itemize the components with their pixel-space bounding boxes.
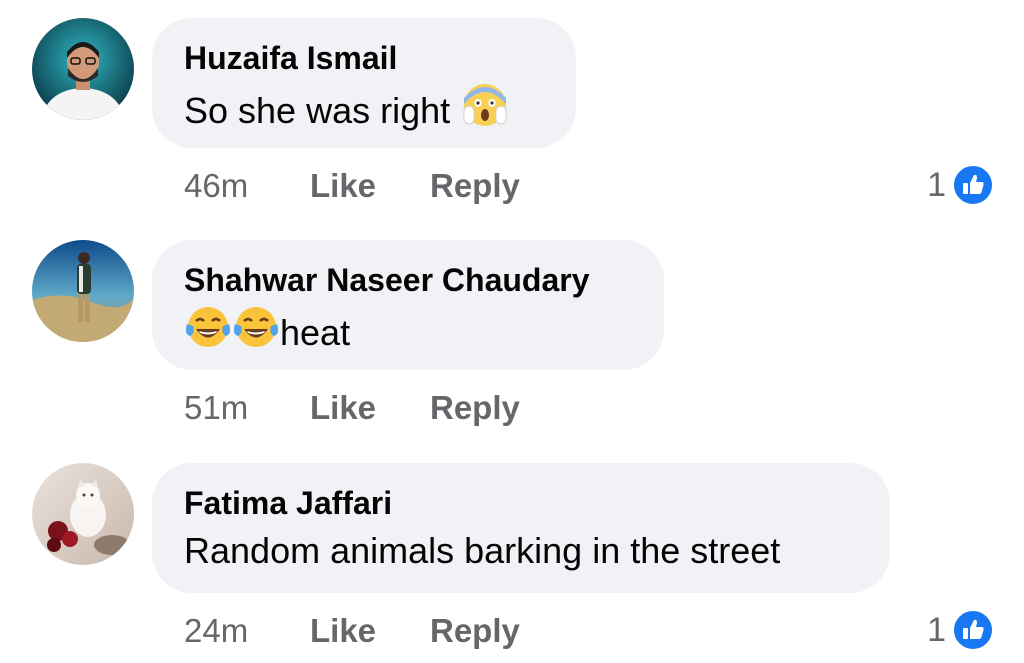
comment-text: heat — [184, 304, 632, 362]
comment-text-body: So she was right — [184, 90, 451, 131]
reaction-summary[interactable]: 1 — [927, 608, 994, 652]
like-button[interactable]: Like — [310, 167, 430, 205]
comments-section: Huzaifa Ismail So she was right 46m Like… — [0, 0, 1024, 663]
comment-actions: 24m Like Reply — [184, 611, 520, 651]
comment-author[interactable]: Fatima Jaffari — [184, 483, 858, 523]
comment-text-body: Random animals barking in the street — [184, 530, 781, 571]
reaction-summary[interactable]: 1 — [927, 163, 994, 207]
like-button[interactable]: Like — [310, 389, 430, 427]
comment-actions: 51m Like Reply — [184, 388, 520, 428]
reply-button[interactable]: Reply — [430, 389, 520, 427]
comment-timestamp[interactable]: 51m — [184, 389, 310, 427]
face-screaming-in-fear-icon — [462, 82, 508, 140]
face-with-tears-of-joy-icon — [184, 304, 232, 362]
comment-timestamp[interactable]: 46m — [184, 167, 310, 205]
comment-bubble: Fatima Jaffari Random animals barking in… — [152, 463, 890, 593]
reaction-count: 1 — [927, 165, 946, 204]
reply-button[interactable]: Reply — [430, 612, 520, 650]
comment-text-body: heat — [280, 312, 351, 353]
comment-actions: 46m Like Reply — [184, 166, 520, 206]
reply-button[interactable]: Reply — [430, 167, 520, 205]
comment-author[interactable]: Shahwar Naseer Chaudary — [184, 260, 632, 300]
comment-bubble: Shahwar Naseer Chaudary heat — [152, 240, 664, 370]
comment-author[interactable]: Huzaifa Ismail — [184, 38, 544, 78]
avatar[interactable] — [32, 463, 134, 565]
comment-text: So she was right — [184, 82, 544, 140]
comment-text: Random animals barking in the street — [184, 527, 858, 575]
avatar[interactable] — [32, 240, 134, 342]
comment-bubble: Huzaifa Ismail So she was right — [152, 18, 576, 148]
thumbs-up-icon — [952, 609, 994, 651]
like-button[interactable]: Like — [310, 612, 430, 650]
reaction-count: 1 — [927, 610, 946, 649]
avatar[interactable] — [32, 18, 134, 120]
comment-timestamp[interactable]: 24m — [184, 612, 310, 650]
thumbs-up-icon — [952, 164, 994, 206]
face-with-tears-of-joy-icon — [232, 304, 280, 362]
